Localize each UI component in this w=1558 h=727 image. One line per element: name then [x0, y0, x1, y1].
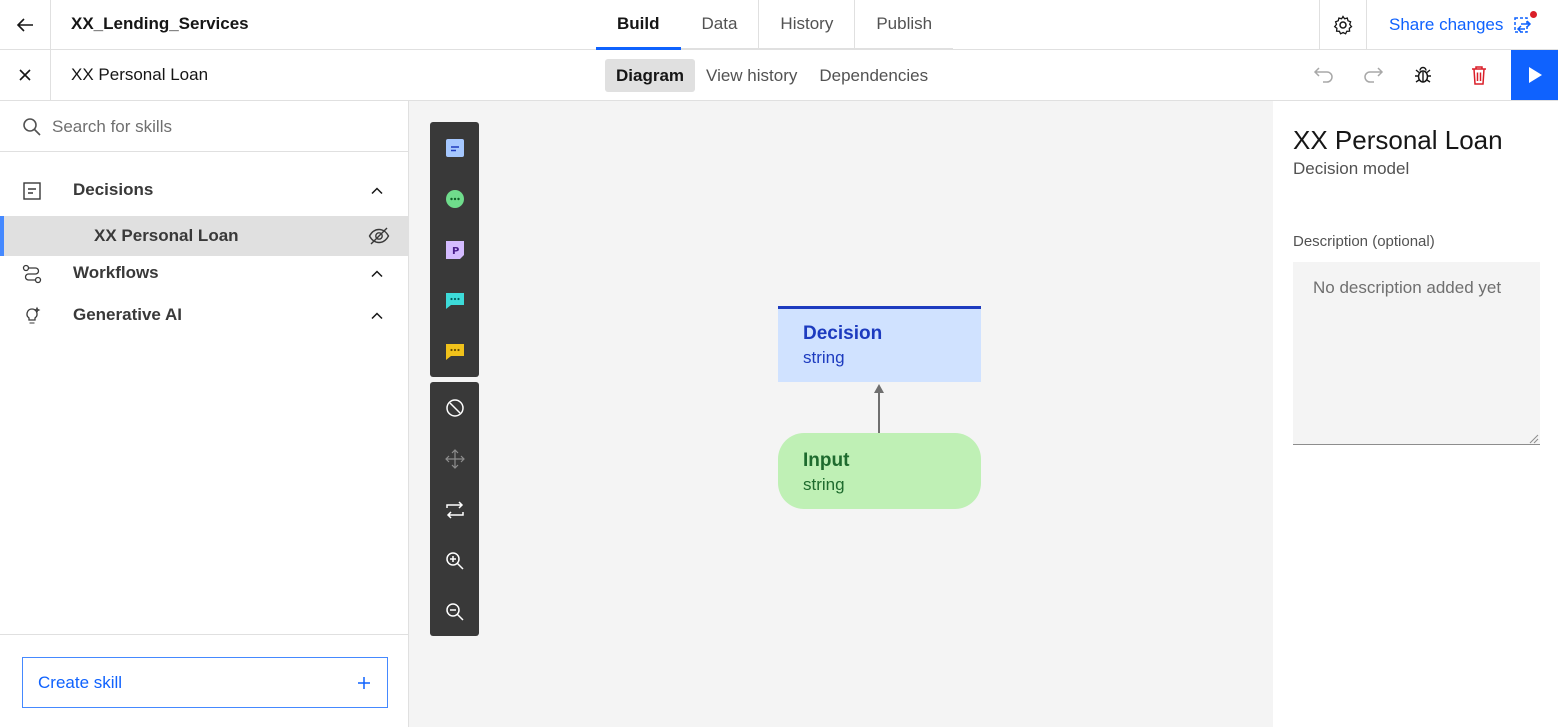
- section-workflows-label: Workflows: [73, 263, 159, 282]
- node-palette: P: [430, 122, 479, 377]
- create-skill-label: Create skill: [38, 672, 123, 692]
- section-generative-ai-label: Generative AI: [73, 305, 182, 324]
- tab-view-history[interactable]: View history: [695, 59, 808, 92]
- sidebar-footer: Create skill: [0, 634, 408, 727]
- zoom-in-icon: [445, 551, 465, 571]
- add-note-node-button[interactable]: [430, 326, 479, 377]
- plus-icon: [357, 676, 371, 690]
- project-title: XX_Lending_Services: [71, 14, 249, 33]
- flow-icon: [22, 264, 42, 284]
- model-title: XX Personal Loan: [71, 65, 209, 84]
- ai-bulb-icon: [22, 306, 42, 326]
- chevron-up-icon[interactable]: [369, 266, 385, 282]
- undo-icon: [1313, 66, 1335, 84]
- share-changes-button[interactable]: Share changes: [1389, 0, 1538, 50]
- create-skill-button[interactable]: Create skill: [22, 657, 388, 708]
- chevron-up-icon[interactable]: [369, 308, 385, 324]
- sidebar-item-xx-personal-loan[interactable]: XX Personal Loan: [0, 216, 408, 256]
- decision-node-type: string: [803, 348, 845, 367]
- decision-node-title: Decision: [803, 323, 883, 344]
- search-input[interactable]: [52, 113, 392, 141]
- skill-item-label: XX Personal Loan: [94, 226, 239, 245]
- share-changes-label: Share changes: [1389, 15, 1504, 34]
- input-node-title: Input: [803, 450, 850, 471]
- back-button[interactable]: [0, 0, 51, 50]
- bug-icon: [1413, 65, 1433, 85]
- properties-subtitle: Decision model: [1293, 159, 1410, 178]
- input-node[interactable]: Input string: [778, 433, 981, 509]
- resize-handle-icon[interactable]: [1529, 434, 1539, 444]
- comment-node-icon: [445, 291, 465, 311]
- close-icon: [18, 68, 32, 82]
- tab-dependencies[interactable]: Dependencies: [808, 59, 939, 92]
- decision-node[interactable]: Decision string: [778, 306, 981, 382]
- reorient-button[interactable]: [430, 484, 479, 535]
- description-label: Description (optional): [1293, 233, 1435, 250]
- add-decision-node-button[interactable]: [430, 122, 479, 173]
- input-node-type: string: [803, 475, 845, 494]
- decision-node-icon: [445, 138, 465, 158]
- settings-button[interactable]: [1319, 0, 1367, 50]
- top-bar: XX_Lending_Services Build Data History P…: [0, 0, 1558, 50]
- model-toolbar: XX Personal Loan Diagram View history De…: [0, 50, 1558, 101]
- description-field[interactable]: [1293, 262, 1540, 445]
- clear-selection-button[interactable]: [430, 382, 479, 433]
- reorient-icon: [445, 500, 465, 520]
- tab-build[interactable]: Build: [596, 0, 681, 50]
- properties-panel: XX Personal Loan Decision model Descript…: [1273, 101, 1558, 727]
- diagram-canvas[interactable]: P Decision string Input string: [409, 101, 1273, 727]
- move-icon: [444, 448, 465, 469]
- chevron-up-icon[interactable]: [369, 183, 385, 199]
- run-button[interactable]: [1511, 50, 1558, 100]
- redo-icon: [1362, 66, 1384, 84]
- add-comment-node-button[interactable]: [430, 275, 479, 326]
- undo-button[interactable]: [1300, 50, 1348, 100]
- move-tool-button[interactable]: [430, 433, 479, 484]
- main-tabs: Build Data History Publish: [596, 0, 954, 50]
- clear-icon: [445, 398, 465, 418]
- delete-button[interactable]: [1455, 50, 1503, 100]
- connector-arrow: [874, 384, 884, 433]
- document-icon: [22, 181, 42, 201]
- arrow-left-icon: [15, 15, 35, 35]
- skills-sidebar: Decisions XX Personal Loan Workflows: [0, 101, 409, 727]
- trash-icon: [1470, 65, 1488, 85]
- search-icon: [22, 117, 42, 137]
- tab-data[interactable]: Data: [680, 0, 759, 50]
- model-view-tabs: Diagram View history Dependencies: [605, 59, 939, 92]
- canvas-tools: [430, 382, 479, 636]
- note-node-icon: [445, 342, 465, 362]
- close-model-button[interactable]: [0, 50, 51, 100]
- section-generative-ai[interactable]: Generative AI: [0, 296, 408, 336]
- section-decisions[interactable]: Decisions: [0, 171, 408, 211]
- redo-button[interactable]: [1349, 50, 1397, 100]
- zoom-out-icon: [445, 602, 465, 622]
- sync-changes-icon: [1513, 11, 1538, 35]
- notification-dot: [1530, 11, 1538, 18]
- section-decisions-label: Decisions: [73, 180, 154, 199]
- tab-history[interactable]: History: [758, 0, 855, 50]
- function-node-icon: P: [445, 240, 465, 260]
- section-workflows[interactable]: Workflows: [0, 254, 408, 294]
- zoom-out-button[interactable]: [430, 586, 479, 637]
- svg-text:P: P: [452, 246, 459, 257]
- add-input-node-button[interactable]: [430, 173, 479, 224]
- zoom-in-button[interactable]: [430, 535, 479, 586]
- properties-title: XX Personal Loan: [1293, 125, 1503, 155]
- skills-search: [0, 101, 408, 152]
- add-function-node-button[interactable]: P: [430, 224, 479, 275]
- eye-off-icon[interactable]: [368, 225, 390, 247]
- gear-icon: [1333, 15, 1353, 35]
- play-icon: [1527, 66, 1543, 84]
- input-node-icon: [445, 189, 465, 209]
- tab-diagram[interactable]: Diagram: [605, 59, 696, 92]
- debug-button[interactable]: [1399, 50, 1447, 100]
- tab-publish[interactable]: Publish: [854, 0, 954, 50]
